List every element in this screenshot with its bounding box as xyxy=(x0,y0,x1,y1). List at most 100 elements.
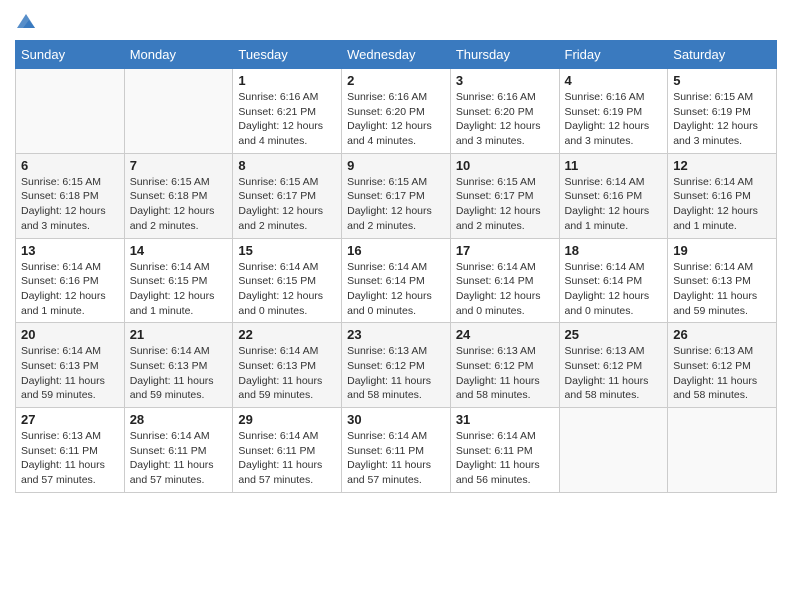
day-info: Sunrise: 6:16 AM Sunset: 6:19 PM Dayligh… xyxy=(565,90,663,149)
day-number: 21 xyxy=(130,327,228,342)
day-number: 31 xyxy=(456,412,554,427)
day-info: Sunrise: 6:14 AM Sunset: 6:11 PM Dayligh… xyxy=(456,429,554,488)
day-info: Sunrise: 6:15 AM Sunset: 6:18 PM Dayligh… xyxy=(130,175,228,234)
calendar-day-cell: 29 Sunrise: 6:14 AM Sunset: 6:11 PM Dayli… xyxy=(233,408,342,493)
calendar-day-cell xyxy=(559,408,668,493)
day-number: 27 xyxy=(21,412,119,427)
calendar-day-cell: 23Sunrise: 6:13 AM Sunset: 6:12 PM Dayli… xyxy=(342,323,451,408)
calendar-header-wednesday: Wednesday xyxy=(342,41,451,69)
day-info: Sunrise: 6:13 AM Sunset: 6:12 PM Dayligh… xyxy=(673,344,771,403)
day-info: Sunrise: 6:15 AM Sunset: 6:17 PM Dayligh… xyxy=(238,175,336,234)
day-number: 28 xyxy=(130,412,228,427)
day-number: 22 xyxy=(238,327,336,342)
calendar-day-cell: 14 Sunrise: 6:14 AM Sunset: 6:15 PM Dayli… xyxy=(124,238,233,323)
day-info: Sunrise: 6:14 AM Sunset: 6:13 PM Dayligh… xyxy=(21,344,119,403)
day-number: 20 xyxy=(21,327,119,342)
calendar-day-cell: 13 Sunrise: 6:14 AM Sunset: 6:16 PM Dayli… xyxy=(16,238,125,323)
day-info: Sunrise: 6:13 AM Sunset: 6:12 PM Dayligh… xyxy=(456,344,554,403)
day-info: Sunrise: 6:14 AM Sunset: 6:15 PM Dayligh… xyxy=(238,260,336,319)
day-number: 7 xyxy=(130,158,228,173)
calendar-week-row: 6 Sunrise: 6:15 AM Sunset: 6:18 PM Daylig… xyxy=(16,153,777,238)
calendar-day-cell: 10 Sunrise: 6:15 AM Sunset: 6:17 PM Dayli… xyxy=(450,153,559,238)
day-info: Sunrise: 6:16 AM Sunset: 6:21 PM Dayligh… xyxy=(238,90,336,149)
calendar-day-cell: 6Sunrise: 6:15 AM Sunset: 6:18 PM Daylig… xyxy=(16,153,125,238)
calendar-day-cell: 5 Sunrise: 6:15 AM Sunset: 6:19 PM Daylig… xyxy=(668,69,777,154)
calendar-body: 1 Sunrise: 6:16 AM Sunset: 6:21 PM Daylig… xyxy=(16,69,777,493)
calendar-day-cell: 7 Sunrise: 6:15 AM Sunset: 6:18 PM Daylig… xyxy=(124,153,233,238)
day-number: 5 xyxy=(673,73,771,88)
calendar-day-cell: 27 Sunrise: 6:13 AM Sunset: 6:11 PM Dayli… xyxy=(16,408,125,493)
day-number: 25 xyxy=(565,327,663,342)
day-number: 9 xyxy=(347,158,445,173)
day-number: 24 xyxy=(456,327,554,342)
day-info: Sunrise: 6:13 AM Sunset: 6:12 PM Dayligh… xyxy=(347,344,445,403)
day-number: 6 xyxy=(21,158,119,173)
day-info: Sunrise: 6:16 AM Sunset: 6:20 PM Dayligh… xyxy=(347,90,445,149)
calendar-header-row: SundayMondayTuesdayWednesdayThursdayFrid… xyxy=(16,41,777,69)
calendar-day-cell: 19 Sunrise: 6:14 AM Sunset: 6:13 PM Dayli… xyxy=(668,238,777,323)
day-info: Sunrise: 6:14 AM Sunset: 6:11 PM Dayligh… xyxy=(130,429,228,488)
day-number: 3 xyxy=(456,73,554,88)
calendar-header-saturday: Saturday xyxy=(668,41,777,69)
calendar-day-cell: 16Sunrise: 6:14 AM Sunset: 6:14 PM Dayli… xyxy=(342,238,451,323)
day-info: Sunrise: 6:14 AM Sunset: 6:14 PM Dayligh… xyxy=(456,260,554,319)
calendar-header-tuesday: Tuesday xyxy=(233,41,342,69)
calendar-week-row: 20 Sunrise: 6:14 AM Sunset: 6:13 PM Dayli… xyxy=(16,323,777,408)
calendar-day-cell: 20 Sunrise: 6:14 AM Sunset: 6:13 PM Dayli… xyxy=(16,323,125,408)
day-number: 8 xyxy=(238,158,336,173)
day-number: 13 xyxy=(21,243,119,258)
day-info: Sunrise: 6:14 AM Sunset: 6:13 PM Dayligh… xyxy=(238,344,336,403)
calendar-day-cell: 28 Sunrise: 6:14 AM Sunset: 6:11 PM Dayli… xyxy=(124,408,233,493)
day-number: 15 xyxy=(238,243,336,258)
calendar-day-cell: 11 Sunrise: 6:14 AM Sunset: 6:16 PM Dayli… xyxy=(559,153,668,238)
day-number: 10 xyxy=(456,158,554,173)
calendar-day-cell: 24 Sunrise: 6:13 AM Sunset: 6:12 PM Dayli… xyxy=(450,323,559,408)
calendar-day-cell: 22 Sunrise: 6:14 AM Sunset: 6:13 PM Dayli… xyxy=(233,323,342,408)
calendar-day-cell: 3 Sunrise: 6:16 AM Sunset: 6:20 PM Daylig… xyxy=(450,69,559,154)
day-number: 29 xyxy=(238,412,336,427)
calendar-day-cell: 1 Sunrise: 6:16 AM Sunset: 6:21 PM Daylig… xyxy=(233,69,342,154)
day-info: Sunrise: 6:14 AM Sunset: 6:16 PM Dayligh… xyxy=(565,175,663,234)
day-info: Sunrise: 6:14 AM Sunset: 6:13 PM Dayligh… xyxy=(673,260,771,319)
calendar-header-friday: Friday xyxy=(559,41,668,69)
day-number: 14 xyxy=(130,243,228,258)
logo-icon xyxy=(15,10,37,32)
calendar-day-cell: 12Sunrise: 6:14 AM Sunset: 6:16 PM Dayli… xyxy=(668,153,777,238)
day-number: 26 xyxy=(673,327,771,342)
day-info: Sunrise: 6:13 AM Sunset: 6:11 PM Dayligh… xyxy=(21,429,119,488)
calendar-week-row: 1 Sunrise: 6:16 AM Sunset: 6:21 PM Daylig… xyxy=(16,69,777,154)
calendar-week-row: 13 Sunrise: 6:14 AM Sunset: 6:16 PM Dayli… xyxy=(16,238,777,323)
calendar-day-cell: 8 Sunrise: 6:15 AM Sunset: 6:17 PM Daylig… xyxy=(233,153,342,238)
calendar-day-cell: 31 Sunrise: 6:14 AM Sunset: 6:11 PM Dayli… xyxy=(450,408,559,493)
day-number: 11 xyxy=(565,158,663,173)
calendar-day-cell xyxy=(124,69,233,154)
calendar-header-thursday: Thursday xyxy=(450,41,559,69)
day-number: 4 xyxy=(565,73,663,88)
calendar-header-monday: Monday xyxy=(124,41,233,69)
calendar-table: SundayMondayTuesdayWednesdayThursdayFrid… xyxy=(15,40,777,493)
calendar-day-cell: 26 Sunrise: 6:13 AM Sunset: 6:12 PM Dayli… xyxy=(668,323,777,408)
logo xyxy=(15,10,39,32)
day-info: Sunrise: 6:14 AM Sunset: 6:14 PM Dayligh… xyxy=(347,260,445,319)
day-info: Sunrise: 6:16 AM Sunset: 6:20 PM Dayligh… xyxy=(456,90,554,149)
calendar-day-cell: 17 Sunrise: 6:14 AM Sunset: 6:14 PM Dayli… xyxy=(450,238,559,323)
calendar-day-cell: 2Sunrise: 6:16 AM Sunset: 6:20 PM Daylig… xyxy=(342,69,451,154)
calendar-day-cell xyxy=(16,69,125,154)
day-number: 18 xyxy=(565,243,663,258)
day-info: Sunrise: 6:14 AM Sunset: 6:15 PM Dayligh… xyxy=(130,260,228,319)
day-info: Sunrise: 6:14 AM Sunset: 6:11 PM Dayligh… xyxy=(347,429,445,488)
day-info: Sunrise: 6:15 AM Sunset: 6:17 PM Dayligh… xyxy=(347,175,445,234)
calendar-week-row: 27 Sunrise: 6:13 AM Sunset: 6:11 PM Dayli… xyxy=(16,408,777,493)
day-info: Sunrise: 6:15 AM Sunset: 6:17 PM Dayligh… xyxy=(456,175,554,234)
calendar-day-cell: 21Sunrise: 6:14 AM Sunset: 6:13 PM Dayli… xyxy=(124,323,233,408)
calendar-day-cell: 15 Sunrise: 6:14 AM Sunset: 6:15 PM Dayli… xyxy=(233,238,342,323)
day-number: 1 xyxy=(238,73,336,88)
day-number: 30 xyxy=(347,412,445,427)
calendar-day-cell xyxy=(668,408,777,493)
day-number: 17 xyxy=(456,243,554,258)
day-info: Sunrise: 6:15 AM Sunset: 6:19 PM Dayligh… xyxy=(673,90,771,149)
day-number: 19 xyxy=(673,243,771,258)
day-info: Sunrise: 6:13 AM Sunset: 6:12 PM Dayligh… xyxy=(565,344,663,403)
day-info: Sunrise: 6:14 AM Sunset: 6:16 PM Dayligh… xyxy=(21,260,119,319)
day-info: Sunrise: 6:14 AM Sunset: 6:11 PM Dayligh… xyxy=(238,429,336,488)
